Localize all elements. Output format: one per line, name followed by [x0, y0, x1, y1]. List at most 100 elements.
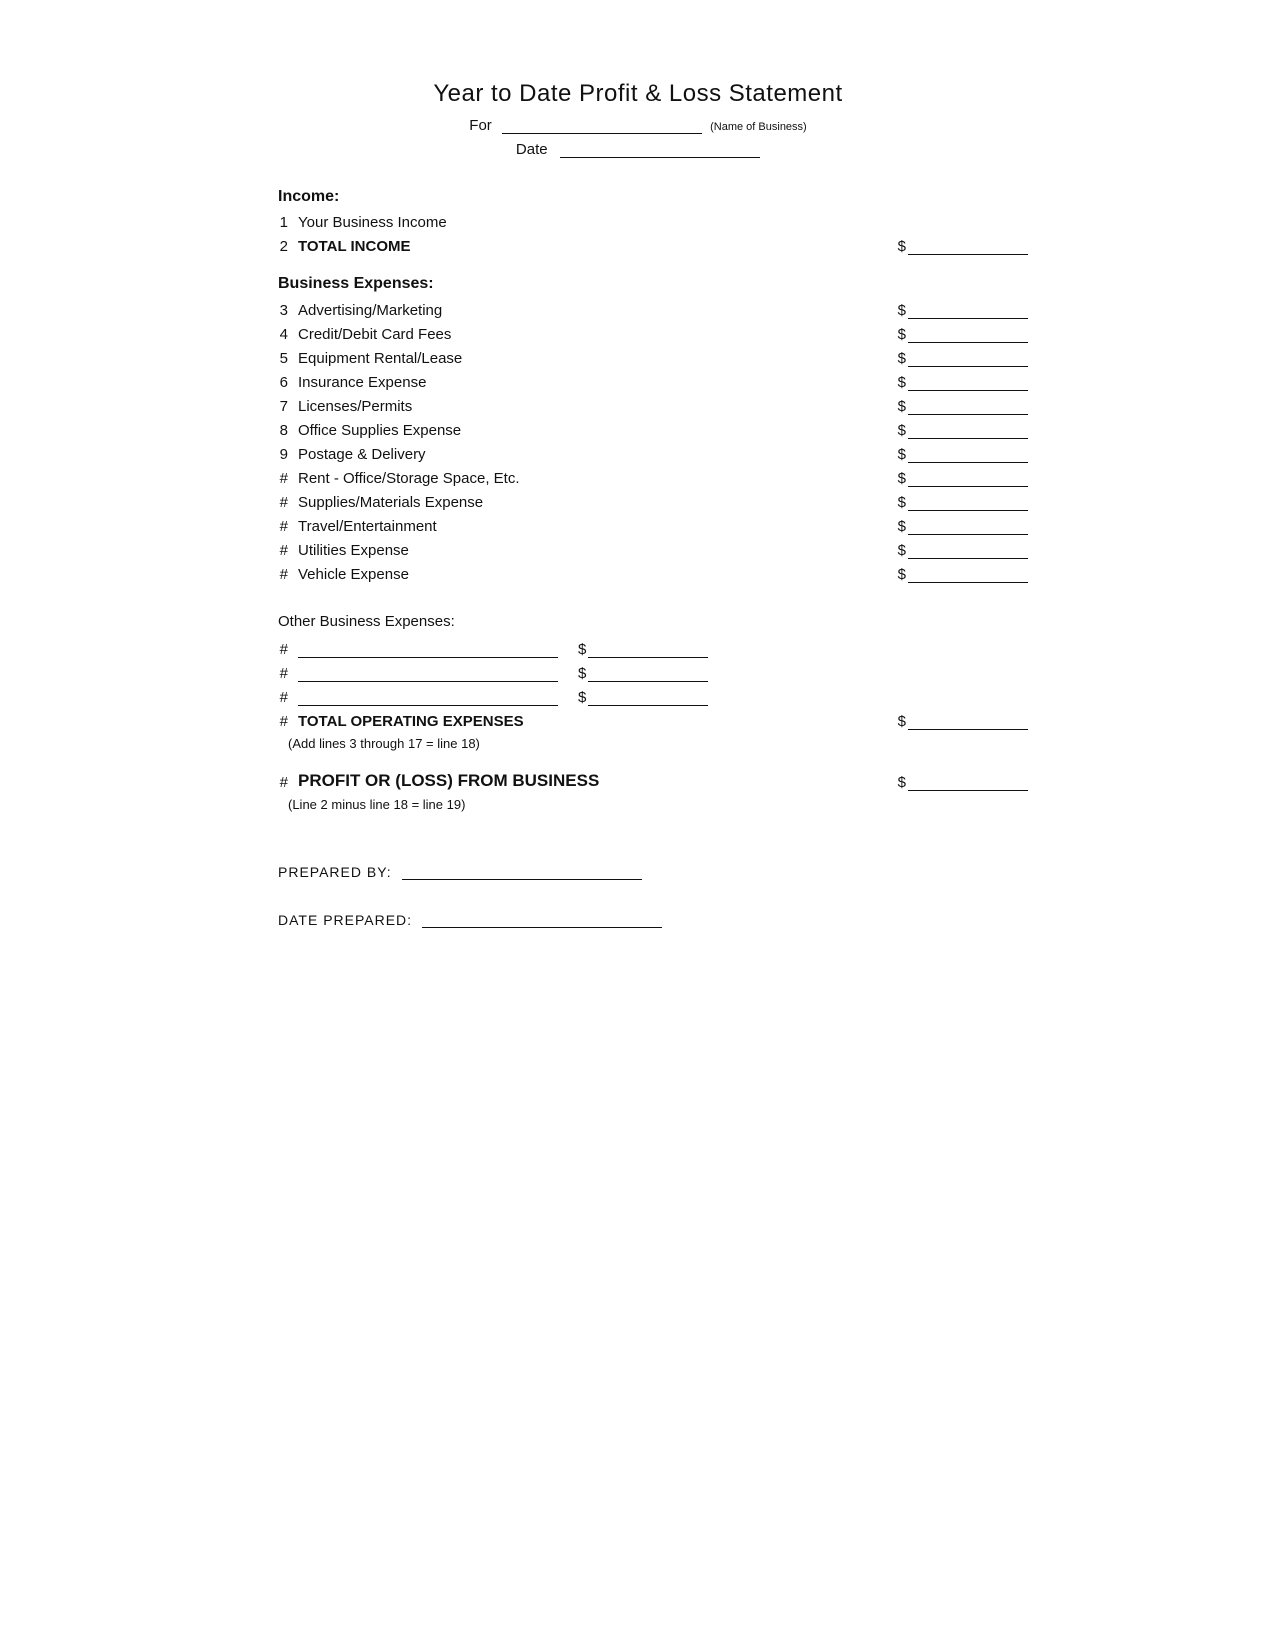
line-6-field[interactable]: [908, 373, 1028, 391]
line-vehicle-dollar: $: [898, 565, 1028, 583]
dollar-sign-profit: $: [898, 774, 906, 791]
for-line: For (Name of Business): [248, 116, 1028, 134]
line-2-total-dollar: $: [663, 237, 1028, 255]
total-operating-desc: TOTAL OPERATING EXPENSES: [298, 713, 663, 730]
prepared-by-label: PREPARED BY:: [278, 864, 392, 880]
line-1-num: 1: [258, 214, 288, 231]
line-8-field[interactable]: [908, 421, 1028, 439]
other-line-2-row: # $: [248, 664, 1028, 682]
dollar-sign-2: $: [898, 238, 906, 255]
line-4-dollar: $: [898, 325, 1028, 343]
total-operating-note: (Add lines 3 through 17 = line 18): [288, 736, 1028, 751]
dollar-sign-8: $: [898, 422, 906, 439]
date-line: Date: [248, 140, 1028, 158]
line-7-desc: Licenses/Permits: [298, 398, 878, 415]
line-3-num: 3: [258, 302, 288, 319]
income-section-label: Income:: [278, 188, 1028, 206]
line-rent-num: #: [258, 470, 288, 487]
dollar-sign-supplies: $: [898, 494, 906, 511]
other-line-2-num: #: [258, 665, 288, 682]
line-supplies-field[interactable]: [908, 493, 1028, 511]
line-7-field[interactable]: [908, 397, 1028, 415]
total-operating-row: # TOTAL OPERATING EXPENSES $: [248, 712, 1028, 730]
line-5-row: 5 Equipment Rental/Lease $: [248, 349, 1028, 367]
other-line-3-row: # $: [248, 688, 1028, 706]
profit-loss-field[interactable]: [908, 773, 1028, 791]
line-5-dollar: $: [898, 349, 1028, 367]
line-6-dollar: $: [898, 373, 1028, 391]
line-9-desc: Postage & Delivery: [298, 446, 878, 463]
profit-loss-num: #: [258, 774, 288, 791]
page-title: Year to Date Profit & Loss Statement: [248, 80, 1028, 108]
total-income-field[interactable]: [908, 237, 1028, 255]
other-line-2-dollar: $: [578, 664, 708, 682]
line-9-dollar: $: [898, 445, 1028, 463]
line-8-dollar: $: [898, 421, 1028, 439]
business-expenses-label: Business Expenses:: [278, 275, 1028, 293]
line-supplies-num: #: [258, 494, 288, 511]
line-travel-row: # Travel/Entertainment $: [248, 517, 1028, 535]
profit-loss-dollar: $: [663, 773, 1028, 791]
profit-loss-row: # PROFIT OR (LOSS) FROM BUSINESS $: [248, 771, 1028, 791]
date-prepared-row: DATE PREPARED:: [278, 910, 1028, 928]
line-2-desc: TOTAL INCOME: [298, 238, 663, 255]
other-line-2-desc[interactable]: [298, 664, 558, 682]
prepared-by-field[interactable]: [402, 862, 642, 880]
line-travel-field[interactable]: [908, 517, 1028, 535]
prepared-by-row: PREPARED BY:: [278, 862, 1028, 880]
line-9-field[interactable]: [908, 445, 1028, 463]
line-2-num: 2: [258, 238, 288, 255]
profit-loss-desc: PROFIT OR (LOSS) FROM BUSINESS: [298, 771, 663, 791]
other-line-3-field[interactable]: [588, 688, 708, 706]
total-operating-field[interactable]: [908, 712, 1028, 730]
line-rent-desc: Rent - Office/Storage Space, Etc.: [298, 470, 878, 487]
line-utilities-field[interactable]: [908, 541, 1028, 559]
line-6-row: 6 Insurance Expense $: [248, 373, 1028, 391]
name-of-business-label: (Name of Business): [710, 121, 807, 133]
line-vehicle-field[interactable]: [908, 565, 1028, 583]
line-1-desc: Your Business Income: [298, 214, 868, 231]
dollar-sign-total-op: $: [898, 713, 906, 730]
profit-loss-section: # PROFIT OR (LOSS) FROM BUSINESS $ (Line…: [248, 771, 1028, 812]
line-supplies-dollar: $: [898, 493, 1028, 511]
line-8-desc: Office Supplies Expense: [298, 422, 878, 439]
line-5-desc: Equipment Rental/Lease: [298, 350, 878, 367]
line-1-row: 1 Your Business Income: [248, 214, 1028, 231]
dollar-sign-5: $: [898, 350, 906, 367]
business-name-field[interactable]: [502, 116, 702, 134]
other-line-2-field[interactable]: [588, 664, 708, 682]
line-8-row: 8 Office Supplies Expense $: [248, 421, 1028, 439]
line-7-row: 7 Licenses/Permits $: [248, 397, 1028, 415]
line-travel-dollar: $: [898, 517, 1028, 535]
other-line-1-num: #: [258, 641, 288, 658]
date-field[interactable]: [560, 140, 760, 158]
income-section: Income: 1 Your Business Income 2 TOTAL I…: [248, 188, 1028, 255]
other-expenses-section: Other Business Expenses: # $ # $ # $: [248, 613, 1028, 751]
dollar-sign-travel: $: [898, 518, 906, 535]
line-rent-field[interactable]: [908, 469, 1028, 487]
dollar-sign-rent: $: [898, 470, 906, 487]
profit-loss-note: (Line 2 minus line 18 = line 19): [288, 797, 1028, 812]
line-4-field[interactable]: [908, 325, 1028, 343]
line-rent-dollar: $: [898, 469, 1028, 487]
line-3-desc: Advertising/Marketing: [298, 302, 878, 319]
line-utilities-dollar: $: [898, 541, 1028, 559]
total-operating-dollar: $: [663, 712, 1028, 730]
other-line-1-desc[interactable]: [298, 640, 558, 658]
line-5-field[interactable]: [908, 349, 1028, 367]
line-travel-num: #: [258, 518, 288, 535]
other-line-1-field[interactable]: [588, 640, 708, 658]
total-operating-num: #: [258, 713, 288, 730]
date-prepared-field[interactable]: [422, 910, 662, 928]
line-4-row: 4 Credit/Debit Card Fees $: [248, 325, 1028, 343]
line-vehicle-num: #: [258, 566, 288, 583]
line-7-dollar: $: [898, 397, 1028, 415]
line-4-num: 4: [258, 326, 288, 343]
dollar-sign-utilities: $: [898, 542, 906, 559]
other-line-3-num: #: [258, 689, 288, 706]
other-line-3-desc[interactable]: [298, 688, 558, 706]
dollar-sign-3: $: [898, 302, 906, 319]
line-6-desc: Insurance Expense: [298, 374, 878, 391]
line-3-field[interactable]: [908, 301, 1028, 319]
line-3-row: 3 Advertising/Marketing $: [248, 301, 1028, 319]
